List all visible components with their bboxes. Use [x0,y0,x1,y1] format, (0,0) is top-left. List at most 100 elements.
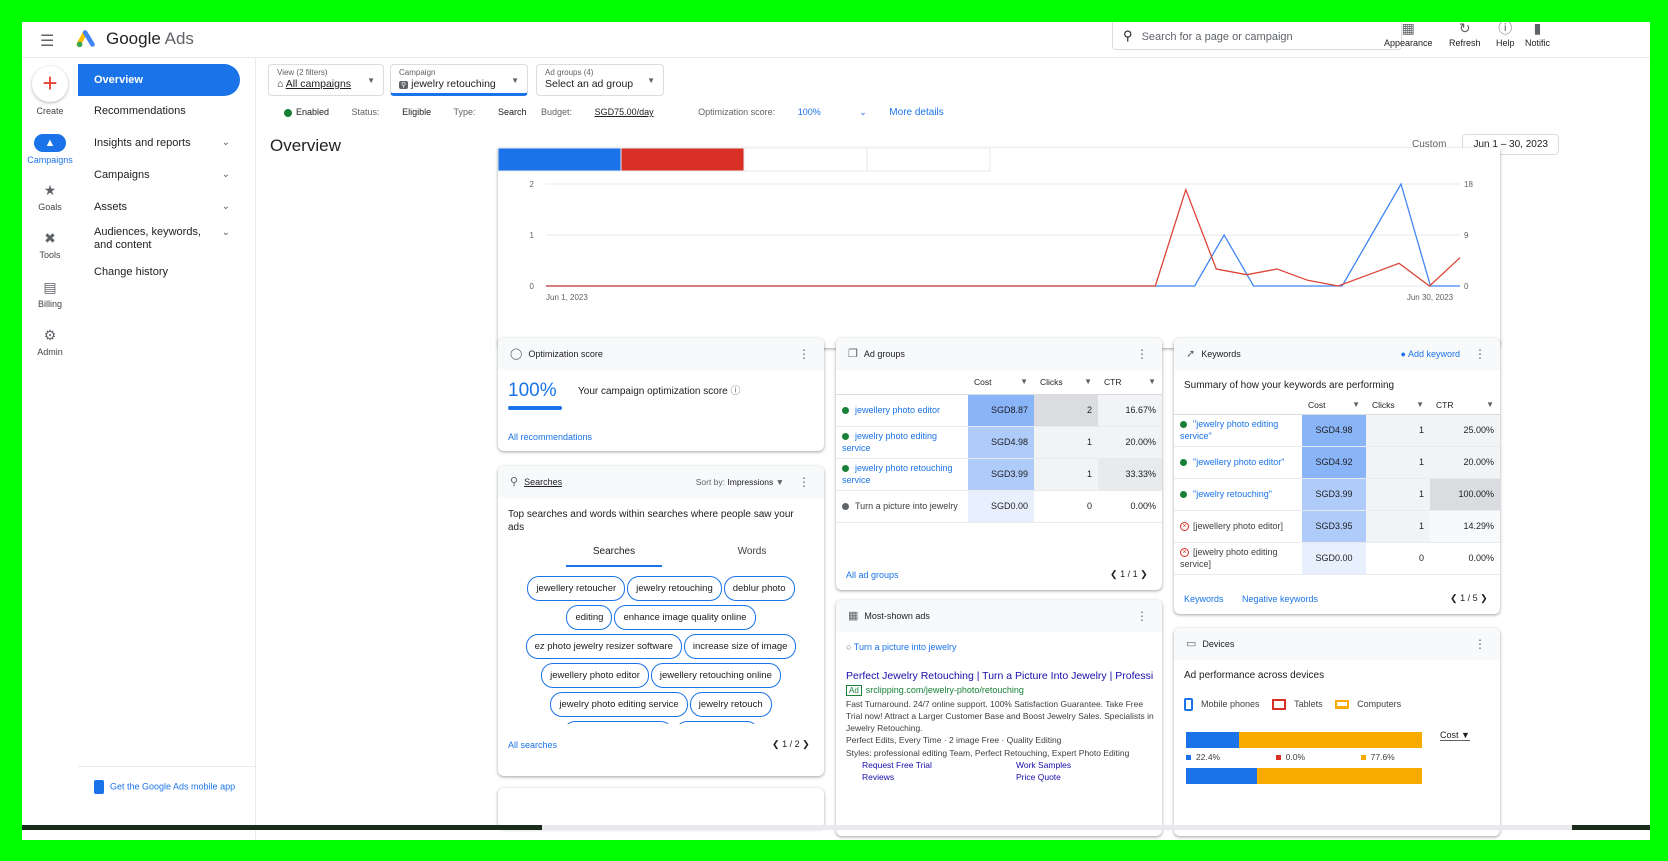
ad-groups-icon: ❐ [848,348,858,360]
sitelink[interactable]: Price Quote [1016,772,1061,782]
search-chip[interactable]: jewellery retoucher [527,576,626,601]
table-row[interactable]: "jewellery photo editor" SGD4.92 1 20.00… [1174,446,1500,479]
table-row[interactable]: × [jewelry photo editing service] SGD0.00… [1174,542,1500,575]
chevron-left-icon[interactable]: ❮ [1450,593,1458,603]
more-vert-icon[interactable]: ⋮ [798,466,810,498]
nav-overview[interactable]: Overview [78,64,240,96]
more-vert-icon[interactable]: ⋮ [1136,338,1148,370]
col-clicks[interactable]: Clicks ▼ [1034,370,1098,395]
search-chip[interactable]: jewelry photo editing service [550,692,688,717]
y-left-tick-label: 1 [530,231,535,240]
chevron-right-icon[interactable]: ❯ [802,739,810,749]
more-vert-icon[interactable]: ⋮ [798,338,810,370]
all-ad-groups-link[interactable]: All ad groups [846,570,899,580]
scrollbar-thumb[interactable] [542,825,1572,830]
refresh-icon: ↻ [1458,22,1471,36]
table-row[interactable]: "jewelry retouching" SGD3.99 1 100.00% [1174,478,1500,511]
search-chip[interactable]: photo enhancer [674,721,759,724]
col-ctr[interactable]: CTR ▼ [1430,396,1500,415]
ad-url: Ad srclipping.com/jewelry-photo/retouchin… [846,685,1024,696]
rail-admin[interactable]: ⚙ Admin [22,327,78,357]
budget[interactable]: Budget: SGD75.00/day [541,107,654,117]
sitelink[interactable]: Request Free Trial [862,760,932,770]
search-chip[interactable]: editing [566,605,613,630]
search-chip[interactable]: jewelry retouching [627,576,722,601]
rail-tools[interactable]: ✖ Tools [22,230,78,260]
chevron-right-icon[interactable]: ❯ [1140,569,1148,579]
tab-searches[interactable]: Searches [566,546,662,567]
search-chip[interactable]: jewellery retouching online [650,663,781,688]
metric-selector[interactable]: Cost ▼ [1440,730,1470,741]
search-chip[interactable]: increase size of image [683,634,797,659]
nav-campaigns[interactable]: Campaigns ⌄ [78,169,240,181]
sitelink[interactable]: Work Samples [1016,760,1071,770]
chevron-right-icon[interactable]: ❯ [1480,593,1488,603]
chevron-down-icon: ⌄ [221,201,230,212]
col-ctr[interactable]: CTR ▼ [1098,370,1162,395]
search-chip[interactable]: ez photo jewelry resizer software [525,634,682,659]
tablet-icon [1272,699,1287,710]
notifications-button[interactable]: ▮ Notific [1525,22,1550,48]
tab-words[interactable]: Words [704,546,800,557]
nav-recommendations[interactable]: Recommendations [78,105,240,117]
table-row[interactable]: jewellery photo editor SGD8.87 2 16.67% [836,394,1162,427]
search-chip[interactable]: enhance image quality online [614,605,756,630]
side-nav: Overview Recommendations Insights and re… [78,58,256,840]
status-dot-icon [842,465,849,473]
more-vert-icon[interactable]: ⋮ [1474,628,1486,660]
add-circle-icon: ● [1400,349,1406,359]
all-recommendations-link[interactable]: All recommendations [508,432,592,442]
nav-change-history[interactable]: Change history [78,266,240,278]
nav-audiences[interactable]: Audiences, keywords, and content ⌄ [78,226,230,252]
search-chip[interactable]: jewelry retouch [689,692,772,717]
menu-icon[interactable]: ☰ [40,31,54,51]
campaign-selector[interactable]: Campaign ⚲ jewelry retouching ▼ [390,64,528,96]
search-chip[interactable]: deblur photo [723,576,795,601]
adgroup-selector[interactable]: Ad groups (4) Select an ad group ▼ [536,64,664,96]
sitelink[interactable]: Reviews [862,772,894,782]
rail-goals[interactable]: ★ Goals [22,182,78,212]
table-row[interactable]: jewelry photo editing service SGD4.98 1 … [836,426,1162,459]
create-button[interactable]: + Create [22,66,78,116]
rail-campaigns[interactable]: ▲ Campaigns [22,134,78,165]
table-header: Cost ▼ Clicks ▼ CTR ▼ [1174,396,1500,415]
col-cost[interactable]: Cost ▼ [968,370,1034,395]
search-input[interactable]: ⚲ Search for a page or campaign [1112,22,1402,50]
nav-insights[interactable]: Insights and reports ⌄ [78,137,240,149]
appearance-button[interactable]: ▦ Appearance [1384,22,1433,48]
metric-tile [498,148,622,172]
chevron-left-icon[interactable]: ❮ [772,739,780,749]
help-icon[interactable]: ⓘ [731,386,741,397]
col-cost[interactable]: Cost ▼ [1302,396,1366,415]
mobile-app-link[interactable]: Get the Google Ads mobile app [94,780,235,794]
ad-group-link[interactable]: ○ Turn a picture into jewelry [846,642,957,652]
help-icon: ⓘ [1498,22,1513,36]
keywords-card: ➚ Keywords ● Add keyword ⋮ Summary of how… [1174,338,1500,614]
pager: ❮ 1 / 5 ❯ [1450,593,1488,603]
ad-headline[interactable]: Perfect Jewelry Retouching | Turn a Pict… [846,670,1154,682]
rail-billing[interactable]: ▤ Billing [22,279,78,309]
search-chip[interactable]: photo editor for movie [563,721,673,724]
nav-assets[interactable]: Assets ⌄ [78,201,240,213]
view-filter[interactable]: View (2 filters) ⌂ All campaigns ▼ [268,64,384,96]
negative-keywords-link[interactable]: Negative keywords [1242,594,1318,604]
all-searches-link[interactable]: All searches [508,740,557,750]
device-share-label: 77.6% [1360,752,1395,762]
table-row[interactable]: Turn a picture into jewelry SGD0.00 0 0.… [836,490,1162,523]
table-row[interactable]: × [jewellery photo editor] SGD3.95 1 14.2… [1174,510,1500,543]
more-vert-icon[interactable]: ⋮ [1136,600,1148,632]
sort-selector[interactable]: Sort by: Impressions ▼ [696,466,784,498]
chevron-left-icon[interactable]: ❮ [1110,569,1118,579]
col-clicks[interactable]: Clicks ▼ [1366,396,1430,415]
keywords-link[interactable]: Keywords [1184,594,1224,604]
table-row[interactable]: "jewelry photo editing service" SGD4.98 … [1174,414,1500,447]
refresh-button[interactable]: ↻ Refresh [1449,22,1481,48]
more-details-link[interactable]: ⌄ More details [859,107,964,118]
search-chip[interactable]: jewellery photo editor [541,663,649,688]
add-keyword-button[interactable]: ● Add keyword [1401,338,1460,370]
device-share-label: 22.4% [1186,752,1220,762]
enabled-status[interactable]: Enabled [284,107,329,117]
more-vert-icon[interactable]: ⋮ [1474,338,1486,370]
table-row[interactable]: jewelry photo retouching service SGD3.99… [836,458,1162,491]
help-button[interactable]: ⓘ Help [1496,22,1515,48]
